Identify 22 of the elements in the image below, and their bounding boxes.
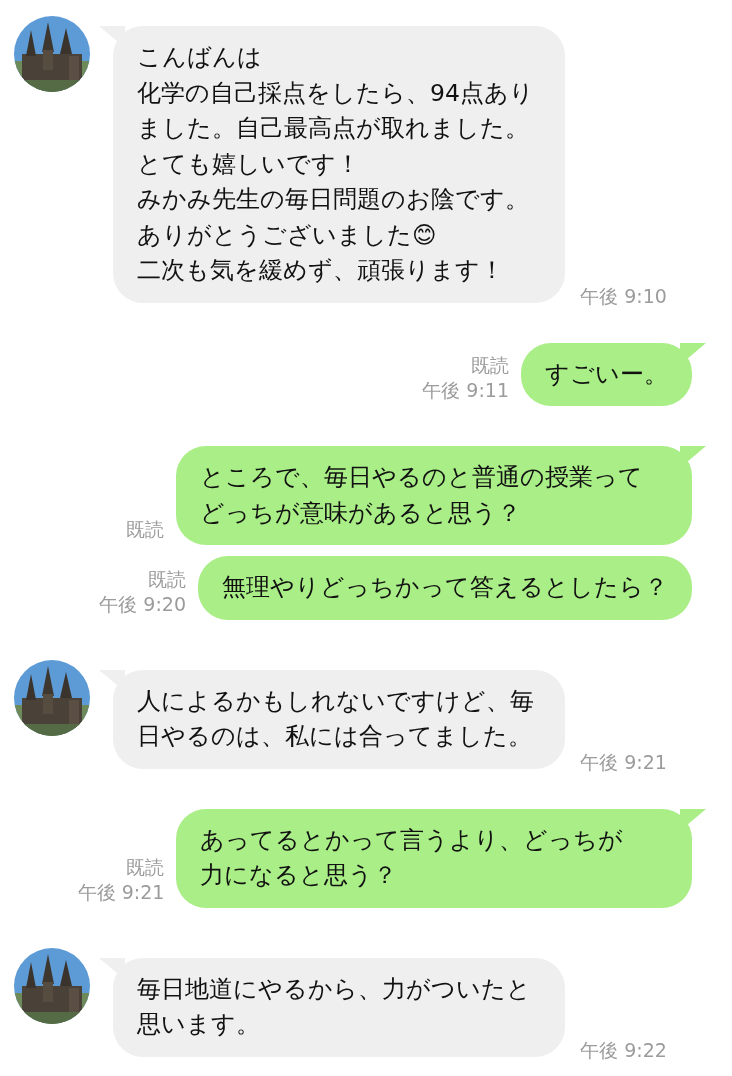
message-text: こんばんは	[137, 42, 263, 73]
message-text: 化学の自己採点をしたら、94点ありました。自己最高点が取れました。	[137, 77, 535, 144]
read-receipt: 既読	[148, 566, 186, 592]
message-text: すごいー。	[545, 358, 668, 390]
timestamp: 午後 9:10	[580, 283, 667, 309]
read-receipt: 既読	[126, 517, 165, 542]
message-text: 人によるかもしれないですけど、毎日やるのは、私には合ってました。	[137, 685, 535, 752]
timestamp: 午後 9:20	[99, 591, 186, 617]
timestamp: 午後 9:22	[580, 1037, 667, 1063]
message-text: あってるとかって言うより、どっちが力になると思う？	[200, 824, 625, 891]
read-receipt: 既読	[471, 353, 509, 378]
timestamp: 午後 9:21	[77, 879, 165, 905]
message-text: 毎日地道にやるから、力がついたと思います。	[137, 973, 532, 1040]
timestamp: 午後 9:11	[422, 378, 509, 403]
message-text: とても嬉しいです！	[137, 148, 361, 180]
message-text: みかみ先生の毎日問題のお陰です。	[137, 184, 530, 215]
message-text: ところで、毎日やるのと普通の授業ってどっちが意味があると思う？	[200, 462, 645, 529]
message-text: 無理やりどっちかって答えるとしたら？	[222, 572, 668, 603]
message-text: ありがとうございました😊	[137, 219, 438, 251]
read-receipt: 既読	[126, 854, 165, 880]
timestamp: 午後 9:21	[580, 749, 667, 775]
message-text: 二次も気を緩めず、頑張ります！	[137, 255, 505, 286]
